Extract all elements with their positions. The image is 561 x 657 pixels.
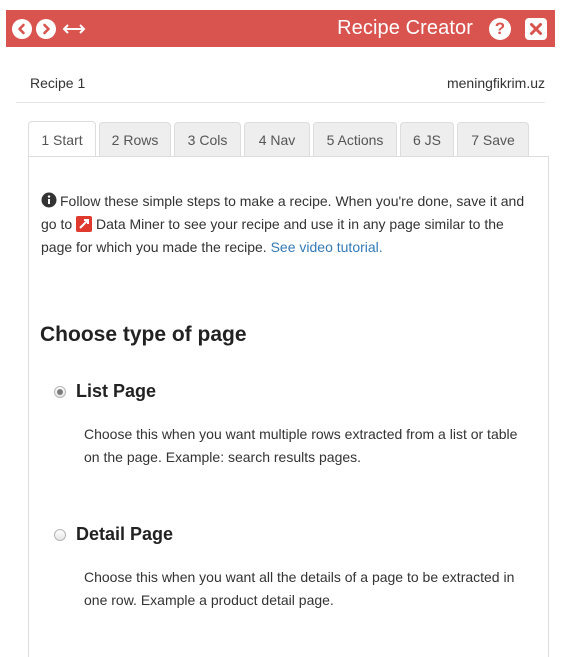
tab-start[interactable]: 1 Start: [28, 121, 96, 157]
tab-nav[interactable]: 4 Nav: [244, 122, 310, 156]
site-domain: meningfikrim.uz: [446, 75, 545, 91]
step-tabs: 1 Start 2 Rows 3 Cols 4 Nav 5 Actions 6 …: [28, 121, 532, 157]
video-tutorial-link[interactable]: See video tutorial.: [271, 239, 383, 255]
forward-button[interactable]: [36, 18, 56, 39]
detail-page-option[interactable]: Detail Page: [54, 524, 173, 545]
detail-page-label[interactable]: Detail Page: [76, 524, 173, 545]
help-button[interactable]: ?: [489, 17, 511, 40]
tab-save[interactable]: 7 Save: [457, 122, 529, 156]
close-icon: [530, 22, 542, 35]
tab-cols[interactable]: 3 Cols: [174, 122, 241, 156]
chevron-right-icon: [43, 23, 50, 34]
list-page-option[interactable]: List Page: [54, 381, 156, 402]
close-button[interactable]: [525, 17, 547, 40]
app-title: Recipe Creator: [337, 17, 473, 39]
list-page-radio[interactable]: [54, 385, 66, 398]
recipe-name: Recipe 1: [30, 75, 86, 91]
nav-controls: [6, 18, 86, 39]
data-miner-logo-icon: [76, 216, 93, 232]
divider: [16, 102, 545, 103]
data-miner-name: Data Miner: [96, 216, 165, 232]
resize-button[interactable]: [62, 23, 86, 35]
tab-js[interactable]: 6 JS: [400, 122, 454, 156]
title-bar: Recipe Creator ?: [6, 10, 555, 47]
info-icon: [41, 192, 57, 208]
list-page-description: Choose this when you want multiple rows …: [84, 426, 518, 465]
back-button[interactable]: [12, 18, 32, 39]
horizontal-resize-icon: [62, 23, 86, 34]
detail-page-description: Choose this when you want all the detail…: [84, 569, 515, 608]
section-title: Choose type of page: [40, 323, 247, 346]
tab-rows[interactable]: 2 Rows: [99, 122, 171, 156]
tab-actions[interactable]: 5 Actions: [313, 122, 397, 156]
intro-text: Follow these simple steps to make a reci…: [41, 190, 526, 259]
chevron-left-icon: [18, 23, 25, 34]
detail-page-radio[interactable]: [54, 528, 66, 541]
list-page-label[interactable]: List Page: [76, 381, 156, 402]
help-icon: ?: [494, 18, 506, 38]
recipe-info-row: Recipe 1 meningfikrim.uz: [30, 70, 545, 96]
